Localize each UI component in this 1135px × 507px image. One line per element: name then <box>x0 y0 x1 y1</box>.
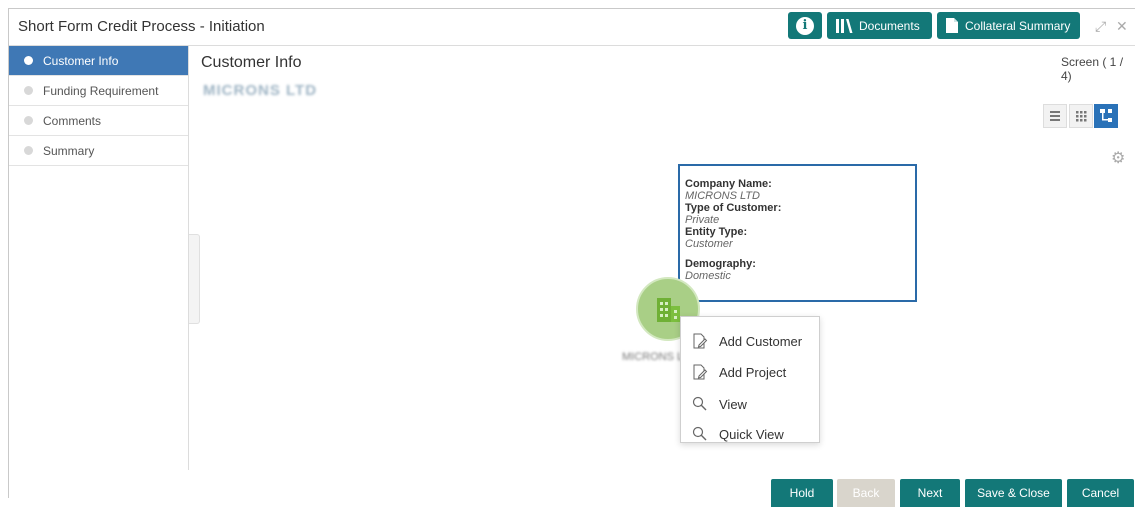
sidebar-item-label: Funding Requirement <box>43 84 159 98</box>
customer-type-value: Private <box>685 214 720 226</box>
step-dot-icon <box>24 146 33 155</box>
sidebar-item-comments[interactable]: Comments <box>9 106 188 136</box>
menu-item-label: Quick View <box>719 426 784 442</box>
customer-type-label: Type of Customer: <box>685 202 782 214</box>
demography-label: Demography: <box>685 258 756 270</box>
hierarchy-icon <box>1100 109 1112 122</box>
section-title: Customer Info <box>201 54 302 71</box>
company-name-heading: MICRONS LTD <box>203 82 318 99</box>
sidebar-item-label: Comments <box>43 114 102 128</box>
documents-button[interactable]: Documents <box>827 12 932 39</box>
sidebar-item-label: Summary <box>43 144 95 158</box>
menu-item-add-customer[interactable]: Add Customer <box>691 326 802 356</box>
menu-item-label: Add Project <box>719 364 787 380</box>
company-name-value: MICRONS LTD <box>685 190 760 202</box>
search-icon <box>691 425 709 443</box>
collateral-summary-button[interactable]: Collateral Summary <box>937 12 1080 39</box>
menu-item-quick-view[interactable]: Quick View <box>691 419 784 449</box>
hold-button[interactable]: Hold <box>771 479 833 507</box>
menu-item-label: Add Customer <box>719 333 803 349</box>
close-icon[interactable]: ✕ <box>1116 18 1128 35</box>
list-view-icon <box>1050 111 1060 121</box>
edit-document-icon <box>691 332 709 350</box>
grid-view-icon <box>1076 111 1087 122</box>
step-dot-icon <box>24 56 33 65</box>
sidebar-item-summary[interactable]: Summary <box>9 136 188 166</box>
sidebar-resize-handle[interactable] <box>189 234 200 324</box>
step-dot-icon <box>24 86 33 95</box>
search-icon <box>691 395 709 413</box>
save-close-button[interactable]: Save & Close <box>965 479 1062 507</box>
page-title: Short Form Credit Process - Initiation <box>18 18 265 35</box>
app-window: Short Form Credit Process - Initiation i… <box>8 8 1135 507</box>
document-icon <box>946 18 958 33</box>
header-bar: Short Form Credit Process - Initiation i… <box>9 9 1135 46</box>
documents-icon <box>836 18 853 33</box>
step-dot-icon <box>24 116 33 125</box>
company-name-label: Company Name: <box>685 178 772 190</box>
back-button[interactable]: Back <box>837 479 895 507</box>
info-button[interactable]: i <box>788 12 822 39</box>
documents-label: Documents <box>859 18 920 33</box>
sidebar-item-customer-info[interactable]: Customer Info <box>9 46 188 76</box>
collateral-summary-label: Collateral Summary <box>965 18 1071 33</box>
info-icon: i <box>796 16 814 35</box>
building-icon <box>657 298 680 322</box>
entity-type-value: Customer <box>685 238 733 250</box>
tree-view-button[interactable] <box>1094 104 1118 128</box>
node-context-menu: Add Customer Add Project View Quick View <box>680 316 820 443</box>
entity-type-label: Entity Type: <box>685 226 748 238</box>
menu-item-label: View <box>719 396 747 412</box>
gear-icon[interactable]: ⚙ <box>1111 148 1125 168</box>
customer-details-tooltip: Company Name: MICRONS LTD Type of Custom… <box>678 164 917 302</box>
list-view-button[interactable] <box>1043 104 1067 128</box>
demography-value: Domestic <box>685 270 731 282</box>
grid-view-button[interactable] <box>1069 104 1093 128</box>
expand-icon[interactable]: ⤢ <box>1095 18 1106 35</box>
next-button[interactable]: Next <box>900 479 960 507</box>
screen-indicator: Screen ( 1 / 4) <box>1061 55 1124 83</box>
step-sidebar: Customer Info Funding Requirement Commen… <box>9 46 189 470</box>
sidebar-item-funding-requirement[interactable]: Funding Requirement <box>9 76 188 106</box>
sidebar-item-label: Customer Info <box>43 54 119 68</box>
edit-document-icon <box>691 363 709 381</box>
cancel-button[interactable]: Cancel <box>1067 479 1134 507</box>
menu-item-add-project[interactable]: Add Project <box>691 357 786 387</box>
menu-item-view[interactable]: View <box>691 389 747 419</box>
